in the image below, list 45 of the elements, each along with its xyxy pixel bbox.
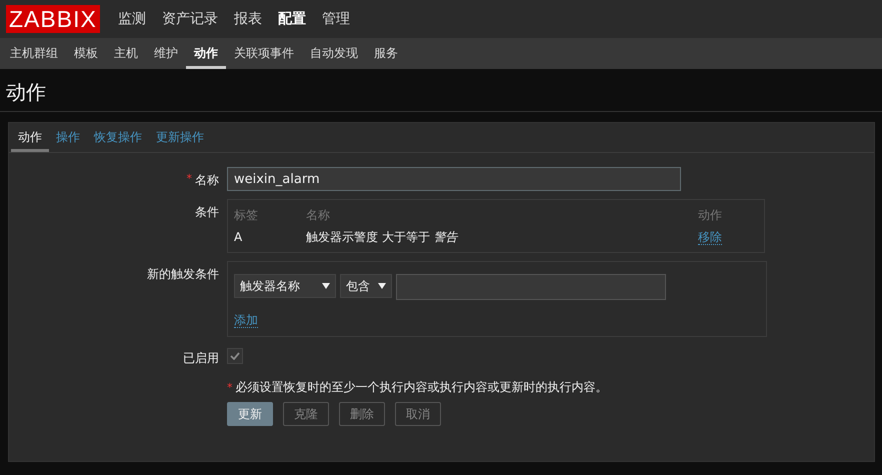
- dropdown[interactable]: 触发器名称: [234, 274, 336, 298]
- column-header: 动作: [698, 207, 723, 224]
- submenu-item[interactable]: 维护: [146, 38, 186, 69]
- column-header: 名称: [306, 207, 331, 224]
- submenu-item[interactable]: 模板: [66, 38, 106, 69]
- column-header: 标签: [234, 207, 259, 224]
- action-button[interactable]: 删除: [339, 402, 385, 426]
- field-label: 新的触发条件: [147, 266, 219, 283]
- tab[interactable]: 更新操作: [149, 123, 211, 152]
- table-cell-text: 触发器示警度 大于等于 警告: [306, 229, 460, 246]
- table-cell-text: A: [234, 229, 244, 246]
- tab[interactable]: 操作: [49, 123, 87, 152]
- enabled-checkbox[interactable]: [227, 348, 243, 364]
- submenu-item[interactable]: 主机群组: [2, 38, 66, 69]
- submenu-item[interactable]: 服务: [366, 38, 406, 69]
- tab[interactable]: 恢复操作: [87, 123, 149, 152]
- menu-item[interactable]: 管理: [314, 4, 358, 34]
- field-label: 条件: [195, 204, 219, 221]
- submenu-item[interactable]: 自动发现: [302, 38, 366, 69]
- submenu-item[interactable]: 动作: [186, 38, 226, 69]
- value-field[interactable]: [396, 274, 666, 300]
- submenu-item[interactable]: 主机: [106, 38, 146, 69]
- action-button[interactable]: 取消: [395, 402, 441, 426]
- menu-item[interactable]: 报表: [226, 4, 270, 34]
- submenu-item[interactable]: 关联项事件: [226, 38, 302, 69]
- caret-icon: [378, 283, 386, 289]
- field-label: 名称: [195, 172, 219, 189]
- remove-link[interactable]: 移除: [698, 230, 722, 245]
- caret-icon: [322, 283, 330, 289]
- menu-item[interactable]: 监测: [110, 4, 154, 34]
- required-mark: *: [227, 381, 232, 394]
- check-icon: [230, 352, 240, 360]
- name-field[interactable]: weixin_alarm: [227, 167, 681, 191]
- action-button[interactable]: 更新: [227, 402, 273, 426]
- dropdown[interactable]: 包含: [340, 274, 392, 298]
- tab[interactable]: 动作: [11, 123, 49, 152]
- required-note: 必须设置恢复时的至少一个执行内容或执行内容或更新时的执行内容。: [236, 379, 608, 396]
- page-title: 动作: [0, 69, 882, 112]
- required-mark: *: [186, 172, 192, 185]
- logo[interactable]: ZABBIX: [6, 5, 100, 33]
- action-button[interactable]: 克隆: [283, 402, 329, 426]
- field-label: 已启用: [183, 350, 219, 367]
- menu-item[interactable]: 配置: [270, 4, 314, 34]
- add-link[interactable]: 添加: [234, 313, 258, 328]
- menu-item[interactable]: 资产记录: [154, 4, 226, 34]
